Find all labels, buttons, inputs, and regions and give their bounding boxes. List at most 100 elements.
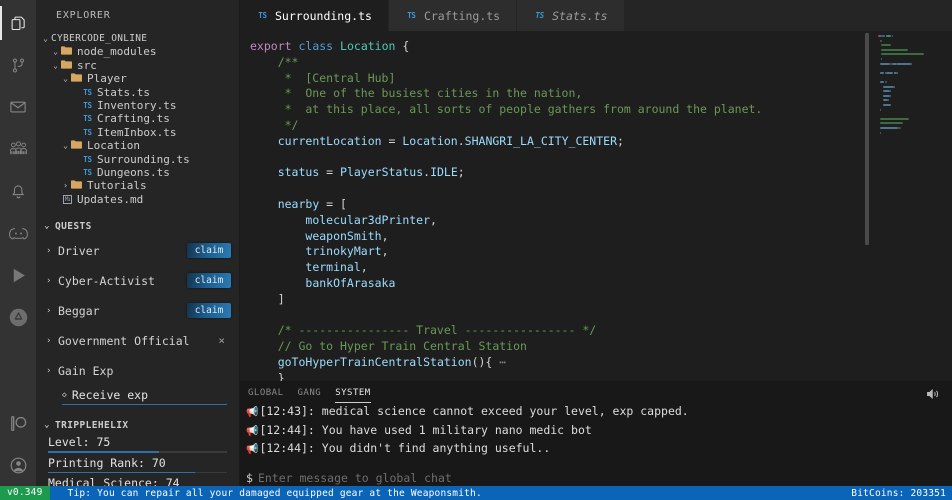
tree-item-inventory-ts[interactable]: TSInventory.ts: [36, 99, 239, 112]
patreon-icon: [9, 414, 28, 433]
speaker-icon[interactable]: [926, 385, 940, 404]
chevron-down-icon: ⌄: [60, 139, 71, 152]
tree-item-location[interactable]: ⌄Location: [36, 139, 239, 152]
chat-tab-gang[interactable]: GANG: [298, 381, 322, 403]
tree-item-crafting-ts[interactable]: TSCrafting.ts: [36, 112, 239, 125]
tree-item-stats-ts[interactable]: TSStats.ts: [36, 86, 239, 99]
tree-item-src[interactable]: ⌄src: [36, 59, 239, 72]
quest-label: Gain Exp: [58, 364, 113, 378]
tree-item-updates-md[interactable]: M↓Updates.md: [36, 193, 239, 206]
player-stat-progress-fill: [48, 451, 159, 453]
chat-tab-global[interactable]: GLOBAL: [248, 381, 284, 403]
chat-tab-system[interactable]: SYSTEM: [335, 381, 371, 403]
diamond-icon: ◇: [62, 390, 67, 399]
code-token: =: [319, 165, 340, 179]
quest-claim-button[interactable]: claim: [187, 273, 231, 288]
activity-mail[interactable]: [0, 86, 36, 128]
tree-item-label: Updates.md: [77, 193, 143, 206]
quest-row-driver[interactable]: ›Driverclaim: [36, 236, 239, 266]
activity-run[interactable]: [0, 254, 36, 296]
quest-row-cyber-activist[interactable]: ›Cyber-Activistclaim: [36, 266, 239, 296]
tree-item-surrounding-ts[interactable]: TSSurrounding.ts: [36, 153, 239, 166]
sidebar: EXPLORER ⌄ CYBERCODE_ONLINE ⌄node_module…: [36, 0, 240, 486]
chat-input[interactable]: [258, 471, 952, 485]
quest-subitem-label: Receive exp: [72, 388, 148, 402]
megaphone-icon: 📢: [246, 404, 258, 422]
tree-item-iteminbox-ts[interactable]: TSItemInbox.ts: [36, 126, 239, 139]
activity-discord[interactable]: [0, 212, 36, 254]
quest-row-gain-exp[interactable]: ›Gain Exp: [36, 356, 239, 386]
close-icon[interactable]: ×: [218, 334, 225, 347]
tree-item-label: Stats.ts: [97, 86, 150, 99]
chat-panel: GLOBAL GANG SYSTEM 📢[12:43]: medical scien…: [240, 381, 952, 486]
prompt-symbol: $: [246, 471, 253, 485]
tree-item-label: Surrounding.ts: [97, 153, 190, 166]
code-token: ,: [382, 244, 389, 258]
sidebar-title: EXPLORER: [36, 0, 239, 32]
status-version[interactable]: v0.349: [0, 486, 50, 500]
chat-message: 📢[12:43]: medical science cannot exceed …: [246, 403, 952, 422]
player-stat: Level: 75: [36, 435, 239, 450]
activity-notifications[interactable]: [0, 170, 36, 212]
activity-apple[interactable]: [0, 296, 36, 338]
code-token: trinokyMart: [305, 244, 381, 258]
activity-account[interactable]: [0, 444, 36, 486]
quests-header[interactable]: ⌄ QUESTS: [36, 216, 239, 236]
code-token: * [Central Hub]: [250, 71, 395, 85]
activity-patreon[interactable]: [0, 402, 36, 444]
code-token: = [: [319, 197, 347, 211]
editor-tab-label: Surrounding.ts: [275, 9, 372, 23]
code-token: ⋯: [499, 355, 506, 369]
quest-subitem-receive-exp[interactable]: ◇ Receive exp: [36, 386, 239, 403]
code-token: .: [458, 134, 465, 148]
code-line: molecular3dPrinter,: [250, 213, 860, 229]
activity-people[interactable]: [0, 128, 36, 170]
editor-tab-surrounding-ts[interactable]: TSSurrounding.ts: [240, 0, 389, 31]
code-token: SHANGRI_LA_CITY_CENTER: [465, 134, 617, 148]
activity-explorer[interactable]: [0, 2, 36, 44]
minimap-line-token: [880, 122, 902, 124]
tree-item-dungeons-ts[interactable]: TSDungeons.ts: [36, 166, 239, 179]
code-token: export: [250, 39, 292, 53]
editor-tab-crafting-ts[interactable]: TSCrafting.ts: [389, 0, 517, 31]
chevron-down-icon: ⌄: [42, 221, 52, 231]
code-content[interactable]: export class Location { /** * [Central H…: [240, 31, 860, 381]
activity-source-control[interactable]: [0, 44, 36, 86]
chevron-down-icon: ⌄: [42, 420, 52, 430]
player-header[interactable]: ⌄ TRIPPLEHELIX: [36, 415, 239, 435]
editor-tab-stats-ts[interactable]: TSStats.ts: [517, 0, 624, 31]
code-line: ]: [250, 292, 860, 308]
typescript-icon: TS: [405, 11, 418, 20]
quest-row-government-official[interactable]: ›Government Official×: [36, 326, 239, 356]
code-token: }: [250, 371, 285, 381]
quests-section: ⌄ QUESTS ›Driverclaim›Cyber-Activistclai…: [36, 215, 239, 405]
code-line: [250, 150, 860, 166]
tree-item-tutorials[interactable]: ›Tutorials: [36, 179, 239, 192]
minimap-line-token: [883, 86, 894, 88]
quest-claim-button[interactable]: claim: [187, 303, 231, 318]
code-line: [250, 308, 860, 324]
chat-time: [12:44]: [259, 440, 307, 458]
code-token: ;: [458, 165, 465, 179]
chevron-right-icon: ›: [46, 336, 58, 346]
markdown-icon: M↓: [61, 193, 74, 206]
minimap-scrollbar[interactable]: [865, 33, 869, 245]
mail-icon: [9, 98, 27, 116]
megaphone-icon: 📢: [246, 423, 258, 441]
quest-row-beggar[interactable]: ›Beggarclaim: [36, 296, 239, 326]
tree-item-node-modules[interactable]: ⌄node_modules: [36, 45, 239, 58]
code-token: =: [382, 134, 403, 148]
minimap[interactable]: [860, 31, 952, 381]
minimap-line-token: [892, 63, 897, 65]
chevron-down-icon: ⌄: [50, 45, 61, 58]
code-token: status: [278, 165, 320, 179]
tree-root[interactable]: ⌄ CYBERCODE_ONLINE: [36, 32, 239, 45]
quest-claim-button[interactable]: claim: [187, 243, 231, 258]
code-token: ]: [250, 292, 285, 306]
code-line: * at this place, all sorts of people gat…: [250, 102, 860, 118]
code-line: */: [250, 118, 860, 134]
minimap-line-token: [881, 44, 891, 46]
code-line: }: [250, 371, 860, 381]
tree-item-player[interactable]: ⌄Player: [36, 72, 239, 85]
code-token: nearby: [278, 197, 320, 211]
